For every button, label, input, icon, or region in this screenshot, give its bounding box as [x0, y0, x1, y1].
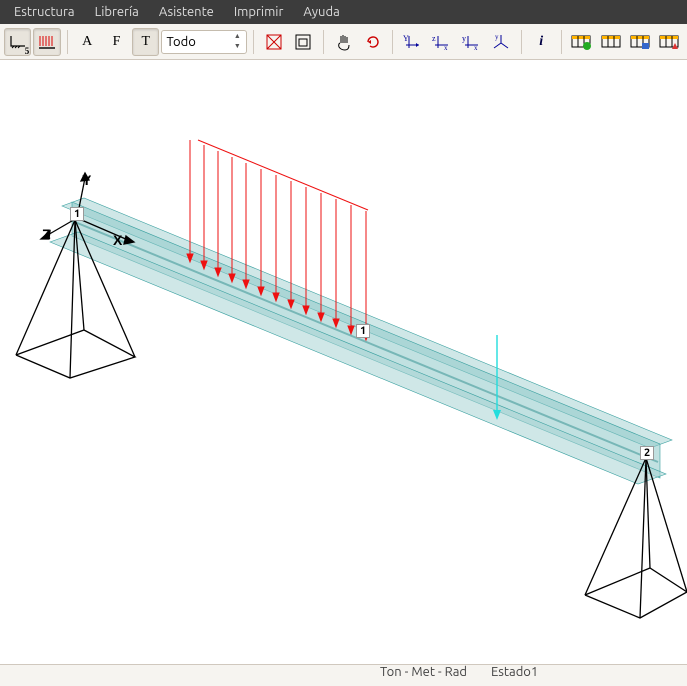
viewport-3d[interactable]: Y X Z 1 2 1 — [0, 60, 687, 660]
table-blue-icon[interactable] — [626, 28, 653, 56]
view-xz-icon[interactable]: zx — [429, 28, 456, 56]
view-yz-icon[interactable]: Y — [399, 28, 426, 56]
svg-text:y: y — [462, 34, 466, 43]
table-yellow-icon[interactable] — [597, 28, 624, 56]
toolbar: 5 A F T Todo ▲▼ Y zx yx y i — [0, 24, 687, 60]
filter-combo[interactable]: Todo ▲▼ — [161, 30, 247, 54]
filter-combo-label: Todo — [166, 35, 195, 49]
axis-z-label: Z — [42, 226, 51, 242]
labels-f-button[interactable]: F — [103, 28, 130, 56]
beam-member — [50, 198, 672, 484]
separator — [521, 30, 522, 54]
view-xy-icon[interactable]: yx — [458, 28, 485, 56]
menu-ayuda[interactable]: Ayuda — [293, 1, 349, 23]
labels-a-button[interactable]: A — [74, 28, 101, 56]
support-icon[interactable]: 5 — [4, 28, 31, 56]
support-node-2 — [585, 458, 687, 618]
table-green-icon[interactable] — [568, 28, 595, 56]
labels-t-button[interactable]: T — [132, 28, 159, 56]
menubar: Estructura Librería Asistente Imprimir A… — [0, 0, 687, 24]
status-state: Estado1 — [491, 665, 538, 679]
info-button[interactable]: i — [528, 28, 555, 56]
status-units: Ton - Met - Rad — [380, 665, 467, 679]
separator — [323, 30, 324, 54]
menu-libreria[interactable]: Librería — [85, 1, 149, 23]
node-1-label: 1 — [70, 207, 84, 221]
axis-y-label: Y — [82, 172, 91, 188]
pan-icon[interactable] — [330, 28, 357, 56]
menu-asistente[interactable]: Asistente — [149, 1, 224, 23]
separator — [392, 30, 393, 54]
load-1-label: 1 — [356, 324, 370, 338]
table-red-icon[interactable] — [656, 28, 683, 56]
axis-x-label: X — [113, 232, 122, 248]
menu-estructura[interactable]: Estructura — [4, 1, 85, 23]
frame-icon[interactable] — [260, 28, 287, 56]
statusbar: Ton - Met - Rad Estado1 — [0, 664, 687, 686]
svg-text:Y: Y — [403, 34, 409, 43]
rotate-icon[interactable] — [359, 28, 386, 56]
node-2-label: 2 — [640, 446, 654, 460]
svg-text:z: z — [432, 34, 436, 43]
menu-imprimir[interactable]: Imprimir — [224, 1, 294, 23]
svg-text:x: x — [444, 44, 448, 51]
separator — [253, 30, 254, 54]
support-subscript: 5 — [25, 46, 30, 56]
svg-text:x: x — [474, 44, 478, 51]
view-iso-icon[interactable]: y — [487, 28, 514, 56]
svg-text:y: y — [495, 33, 499, 41]
separator — [67, 30, 68, 54]
separator — [561, 30, 562, 54]
filter-combo-spinner[interactable]: ▲▼ — [230, 32, 244, 52]
window-icon[interactable] — [290, 28, 317, 56]
distributed-load-icon[interactable] — [33, 28, 60, 56]
